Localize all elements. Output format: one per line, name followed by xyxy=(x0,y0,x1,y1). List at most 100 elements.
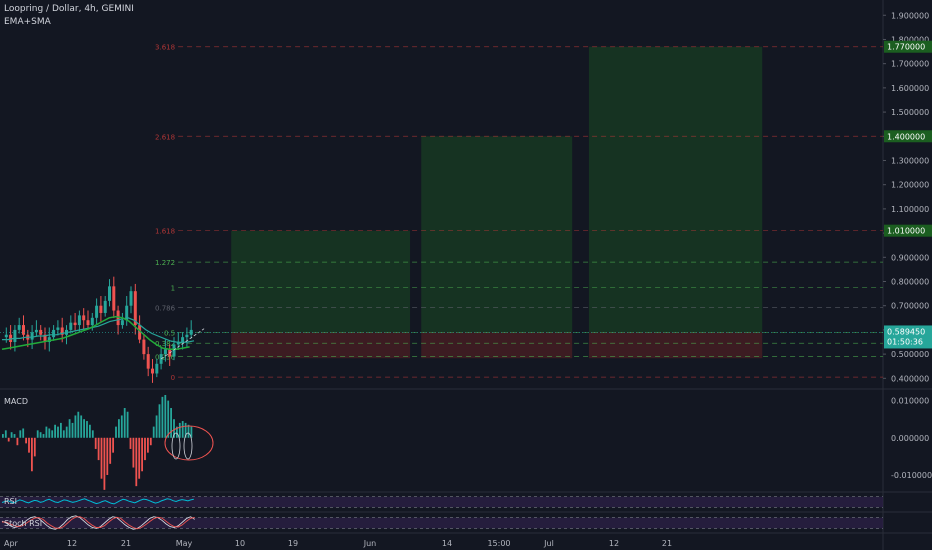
candle-body xyxy=(151,368,154,374)
macd-bar xyxy=(33,437,36,457)
macd-bar xyxy=(62,430,65,438)
macd-bar xyxy=(147,437,149,453)
fib-label-9: 0 xyxy=(171,374,175,382)
price-tick-label-14: 0.500000 xyxy=(891,350,929,359)
macd-tick-label-0: 0.010000 xyxy=(891,397,929,406)
macd-bar xyxy=(181,421,184,438)
macd-bar xyxy=(13,434,16,438)
candle-body xyxy=(185,334,189,338)
time-tick-label-1: 12 xyxy=(67,539,77,548)
macd-bar xyxy=(129,437,132,449)
macd-bar xyxy=(65,426,68,438)
price-tick-label-4: 1.500000 xyxy=(891,108,929,117)
macd-bar xyxy=(22,428,25,438)
stop-loss-zone-0 xyxy=(231,332,411,359)
macd-bar xyxy=(74,415,77,438)
macd-bar xyxy=(138,437,141,479)
indicator-name: EMA+SMA xyxy=(4,17,51,27)
price-tag-label-2: 1.010000 xyxy=(887,227,925,236)
macd-bar xyxy=(135,437,138,487)
macd-bar xyxy=(89,424,91,438)
macd-title: MACD xyxy=(4,397,28,406)
macd-bar xyxy=(28,437,30,453)
candle-body xyxy=(77,315,81,326)
macd-bar xyxy=(170,408,172,438)
candle-body xyxy=(99,305,103,313)
macd-bar xyxy=(71,422,74,438)
candle-body xyxy=(90,317,94,326)
macd-bar xyxy=(155,415,158,438)
candle-body xyxy=(82,315,86,321)
macd-bar xyxy=(94,437,97,449)
macd-bar xyxy=(97,437,100,461)
time-tick-label-9: Jul xyxy=(543,539,554,548)
candle-body xyxy=(108,286,111,301)
macd-bar xyxy=(57,426,59,438)
macd-bar xyxy=(103,437,106,490)
candle-body xyxy=(73,322,77,326)
candle-body xyxy=(172,344,176,357)
rsi-pane: RSI xyxy=(0,496,883,508)
macd-bar xyxy=(126,411,129,438)
time-tick-label-5: 19 xyxy=(288,539,298,548)
time-tick-label-11: 21 xyxy=(662,539,672,548)
macd-bar xyxy=(36,430,39,438)
macd-bar xyxy=(106,437,109,475)
price-tick-label-11: 0.800000 xyxy=(891,278,929,287)
macd-bar xyxy=(77,411,80,438)
candle-body xyxy=(155,363,159,374)
candle-body xyxy=(56,327,60,330)
candle-body xyxy=(103,300,107,313)
macd-bar xyxy=(83,419,85,438)
macd-bar xyxy=(178,422,181,438)
time-tick-label-8: 15:00 xyxy=(487,539,510,548)
candle-body xyxy=(95,305,99,318)
macd-bar xyxy=(19,430,22,438)
trading-chart[interactable]: 3.6182.6181.6181.27210.7860.50.3820.2360… xyxy=(0,0,932,550)
stop-loss-zone-2 xyxy=(588,332,763,359)
candle-body xyxy=(17,325,21,330)
candle-body xyxy=(69,322,73,330)
price-tick-label-15: 0.400000 xyxy=(891,374,929,383)
candle-body xyxy=(22,325,25,335)
macd-bar xyxy=(51,430,54,438)
macd-bar xyxy=(109,437,112,464)
macd-bar xyxy=(100,437,103,479)
fib-label-5: 0.786 xyxy=(155,305,176,313)
fib-label-0: 3.618 xyxy=(155,44,175,52)
price-tick-label-3: 1.600000 xyxy=(891,84,929,93)
macd-bar xyxy=(10,432,13,438)
fib-label-3: 1.272 xyxy=(155,259,175,267)
macd-bar xyxy=(152,426,155,438)
candle-body xyxy=(13,329,17,343)
macd-bar xyxy=(118,419,120,438)
macd-bar xyxy=(164,395,167,438)
stop-loss-zone-1 xyxy=(421,332,573,359)
stoch-title: Stoch RSI xyxy=(4,519,42,528)
stoch-rsi-pane: Stoch RSI xyxy=(0,515,883,530)
time-tick-label-7: 14 xyxy=(442,539,452,548)
macd-bar xyxy=(80,415,83,438)
macd-bar xyxy=(123,408,126,438)
candle-body xyxy=(142,339,146,355)
time-tick-label-3: May xyxy=(176,539,193,548)
price-tick-label-7: 1.200000 xyxy=(891,181,929,190)
candle-body xyxy=(86,320,90,326)
macd-tick-label-2: -0.010000 xyxy=(891,471,932,480)
macd-bar xyxy=(45,426,48,438)
macd-bar xyxy=(68,419,71,438)
macd-tick-label-1: 0.000000 xyxy=(891,434,929,443)
price-tick-label-12: 0.700000 xyxy=(891,302,929,311)
macd-bar xyxy=(39,432,42,438)
macd-bar xyxy=(120,415,123,438)
price-tick-label-10: 0.900000 xyxy=(891,253,929,262)
price-tag-label-0: 1.770000 xyxy=(887,43,925,52)
macd-bar xyxy=(86,421,88,438)
macd-bar xyxy=(149,437,152,446)
candle-body xyxy=(181,337,185,343)
macd-bar xyxy=(161,396,164,438)
macd-bar xyxy=(48,428,51,438)
candle-body xyxy=(4,334,8,338)
price-tick-label-6: 1.300000 xyxy=(891,156,929,165)
price-tag-label-1: 1.400000 xyxy=(887,132,925,141)
